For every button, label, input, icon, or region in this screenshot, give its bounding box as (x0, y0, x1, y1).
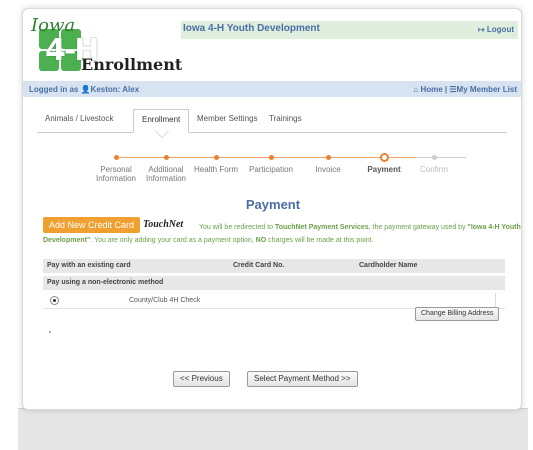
tab-animals-livestock[interactable]: Animals / Livestock (37, 109, 121, 133)
col-cardholder-name: Cardholder Name (359, 262, 418, 269)
notice-provider: TouchNet Payment Services (275, 224, 369, 231)
notice-text-3: . You are only adding your card as a pay… (90, 237, 256, 244)
col-existing-card: Pay with an existing card (47, 262, 131, 269)
step-label: Confirm (419, 165, 448, 174)
payment-method-label: County/Club 4H Check (129, 297, 201, 304)
table-header: Pay with an existing card Credit Card No… (43, 259, 505, 273)
logout-link[interactable]: ↦ Logout (478, 25, 514, 34)
user-icon: 👤 (80, 85, 91, 94)
app-title: Iowa 4-H Youth Development (183, 23, 320, 34)
active-tab-pointer-inner (156, 131, 168, 137)
col-credit-card-no: Credit Card No. (233, 262, 285, 269)
tab-enrollment[interactable]: Enrollment (133, 109, 190, 133)
app-title-bar: Iowa 4-H Youth Development ↦ Logout (181, 21, 518, 39)
progress-line-done (116, 157, 416, 158)
list-icon: ☰ (449, 85, 457, 94)
add-new-credit-card-button[interactable]: Add New Credit Card (43, 217, 141, 233)
member-list-link[interactable]: ☰My Member List (449, 85, 517, 94)
user-name: Keston: Alex (90, 85, 140, 94)
enrollment-progress-stepper: Personal Information Additional Informat… (83, 143, 466, 183)
logout-label: Logout (486, 25, 514, 34)
user-links: ⌂ Home | ☰My Member List (413, 85, 517, 94)
home-link[interactable]: ⌂ Home (413, 85, 442, 94)
progress-line-remaining (416, 157, 466, 158)
main-tabs: Animals / Livestock Enrollment Member Se… (37, 109, 507, 133)
tab-member-settings[interactable]: Member Settings (189, 109, 265, 133)
tab-trainings[interactable]: Trainings (261, 109, 310, 133)
member-list-label: My Member List (456, 85, 517, 94)
header: Iowa 4-H Enrollment Iowa 4-H Youth Devel… (23, 9, 521, 81)
non-electronic-section-header: Pay using a non-electronic method (43, 276, 505, 290)
home-icon: ⌂ (413, 85, 419, 94)
payment-methods-table: Pay with an existing card Credit Card No… (43, 259, 505, 309)
logged-in-prefix: Logged in as (29, 85, 79, 94)
logout-icon: ↦ (477, 25, 485, 34)
notice-text-1: You will be redirected to (199, 224, 276, 231)
user-bar: Logged in as 👤Keston: Alex ⌂ Home | ☰My … (23, 81, 521, 97)
notice-text-4: charges will be made at this point. (266, 237, 374, 244)
select-payment-method-button[interactable]: Select Payment Method >> (247, 371, 358, 387)
enrollment-window: Iowa 4-H Enrollment Iowa 4-H Youth Devel… (22, 8, 522, 410)
non-electronic-label: Pay using a non-electronic method (47, 279, 164, 286)
page-title: Payment (245, 197, 301, 212)
home-label: Home (420, 85, 443, 94)
stray-dot (49, 331, 51, 333)
notice-text-2: , the payment gateway used by (368, 224, 468, 231)
page-footer-band (18, 408, 528, 450)
previous-button[interactable]: << Previous (173, 371, 230, 387)
change-billing-address-button[interactable]: Change Billing Address (415, 307, 500, 321)
iowa-4h-enrollment-logo: Iowa 4-H Enrollment (31, 15, 183, 77)
touchnet-logo-text: TouchNet (143, 219, 184, 230)
payment-method-radio[interactable] (50, 296, 59, 305)
notice-emphasis: NO (255, 237, 267, 244)
logged-in-status: Logged in as 👤Keston: Alex (29, 85, 139, 94)
touchnet-logo: TouchNet (143, 219, 185, 233)
logo-enrollment-text: Enrollment (81, 55, 183, 74)
